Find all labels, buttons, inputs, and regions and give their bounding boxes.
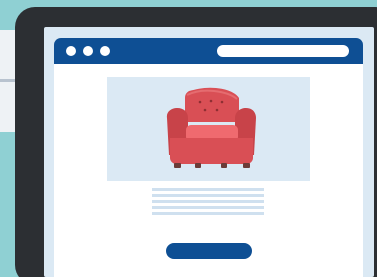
description-line [152,206,264,209]
window-dot-icon [83,46,93,56]
web-page [54,64,363,277]
call-to-action-button[interactable] [166,243,252,259]
description-line [152,212,264,215]
description-line [152,188,264,191]
address-bar[interactable] [217,45,349,57]
window-dot-icon [100,46,110,56]
browser-header [54,38,363,64]
illustration-scene [0,0,377,277]
window-dot-icon [66,46,76,56]
description-line [152,194,264,197]
tablet-device [15,7,377,277]
description-line [152,200,264,203]
armchair-icon [166,87,256,168]
product-hero-image [107,77,310,181]
tablet-screen [44,27,374,277]
